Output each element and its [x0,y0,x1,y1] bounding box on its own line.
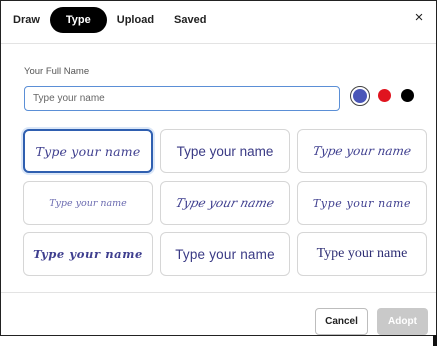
signature-style-option[interactable]: Type your name [297,129,427,173]
color-swatch-blue-fill [353,89,367,103]
signature-style-option[interactable]: Type your name [160,181,290,225]
signature-style-option[interactable]: Type your name [160,232,290,276]
signature-preview: Type your name [174,196,276,210]
footer-divider [1,292,436,293]
full-name-label: Your Full Name [24,66,90,77]
mode-tabs: Draw Type Upload Saved [13,7,216,33]
color-swatch-blue[interactable] [350,86,370,106]
tab-saved[interactable]: Saved [164,7,216,33]
close-icon[interactable]: × [411,10,427,26]
signature-preview: Type your name [33,247,143,261]
signature-preview: Type your name [175,246,275,262]
signature-style-option[interactable]: Type your name [23,129,153,173]
signature-preview: Type your name [312,144,412,158]
signature-preview: Type your name [316,246,408,261]
signature-style-option[interactable]: Type your name [160,129,290,173]
corner-artifact [433,335,437,346]
signature-preview: Type your name [35,143,141,159]
color-swatch-black[interactable] [401,89,414,102]
signature-preview: Type your name [49,197,127,209]
signature-preview: Type your name [176,143,274,159]
adopt-button[interactable]: Adopt [377,308,428,335]
color-swatch-red[interactable] [378,89,391,102]
signature-dialog: Draw Type Upload Saved × Your Full Name … [0,0,437,336]
signature-style-option[interactable]: Type your name [23,181,153,225]
full-name-input[interactable] [24,86,340,111]
signature-style-option[interactable]: Type your name [297,181,427,225]
tab-upload[interactable]: Upload [107,7,164,33]
cancel-button[interactable]: Cancel [315,308,368,335]
tab-draw[interactable]: Draw [13,7,50,33]
signature-preview: Type your name [312,196,412,210]
signature-style-option[interactable]: Type your name [23,232,153,276]
tab-type[interactable]: Type [49,7,107,33]
signature-style-option[interactable]: Type your name [297,232,427,276]
header-divider [1,43,436,44]
